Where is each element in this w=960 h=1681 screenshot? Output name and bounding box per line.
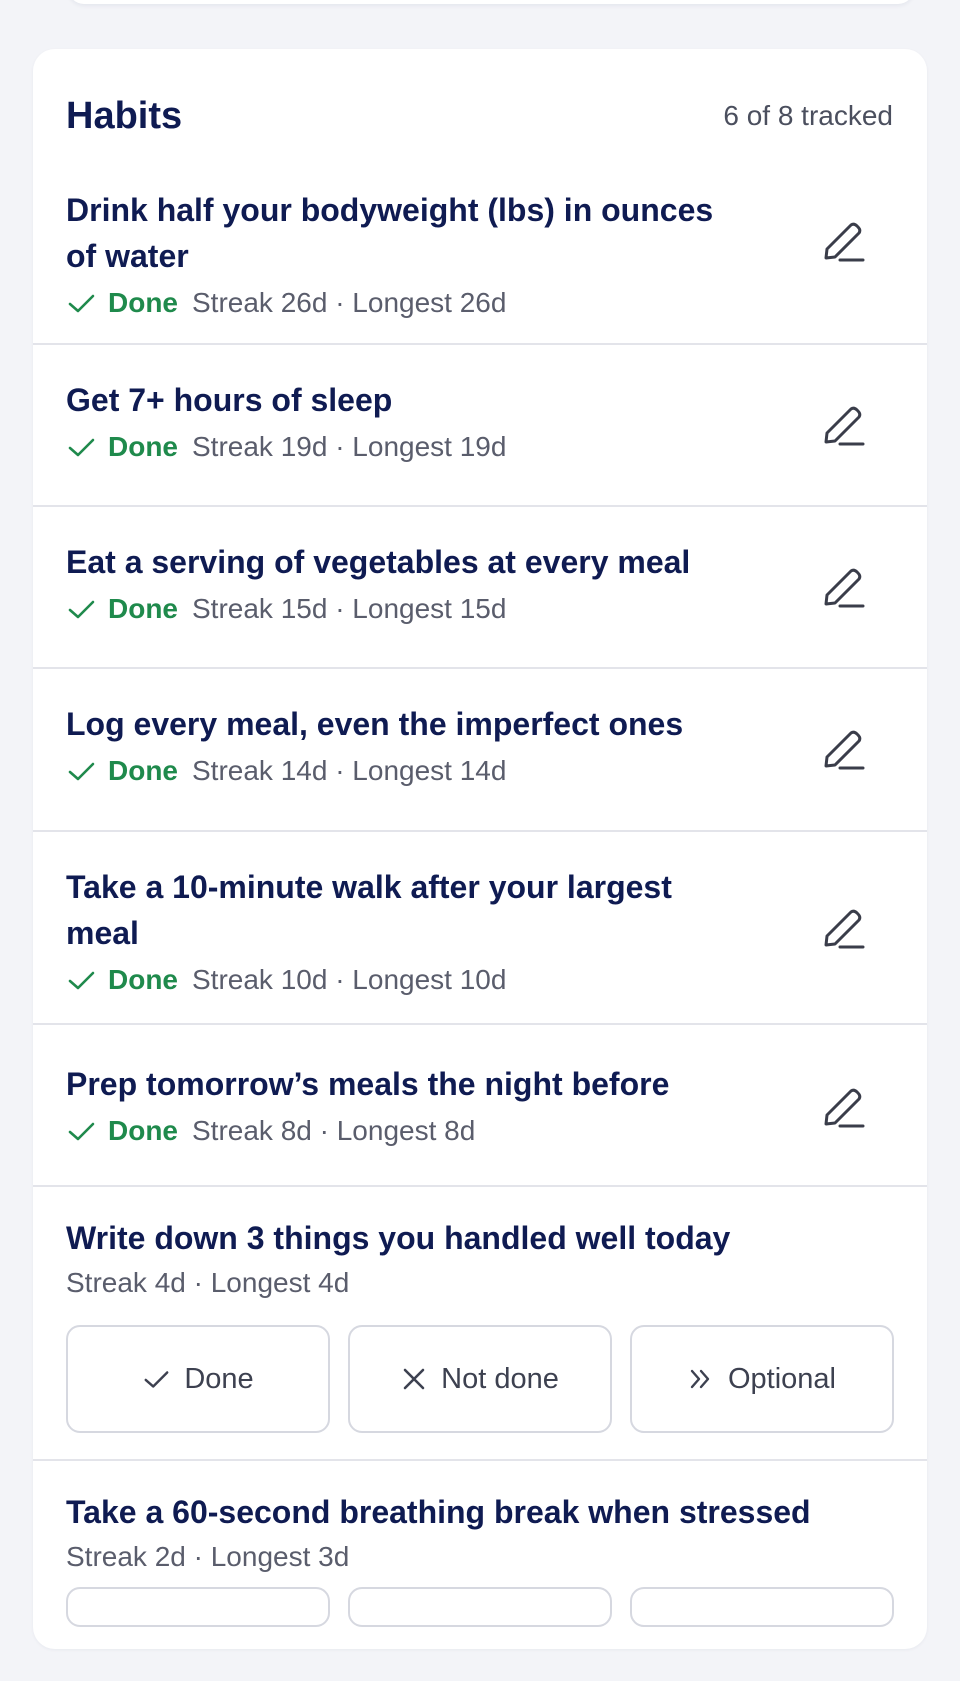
habit-status: Done Streak 19d · Longest 19d — [66, 431, 894, 463]
habit-name: Take a 60-second breathing break when st… — [66, 1494, 811, 1530]
habits-card: Habits 6 of 8 tracked Drink half your bo… — [33, 49, 927, 1649]
habit-status: Done Streak 26d · Longest 26d — [66, 287, 894, 319]
mark-done-button[interactable]: Done — [66, 1325, 330, 1433]
streak-text: Streak 2d · Longest 3d — [66, 1541, 350, 1572]
pencil-icon — [824, 406, 865, 446]
check-icon — [144, 1371, 169, 1388]
not-done-button-label: Not done — [441, 1362, 559, 1395]
mark-not-done-button[interactable]: Not done — [348, 1325, 612, 1433]
check-icon — [68, 762, 95, 781]
habit-item[interactable]: Prep tomorrow’s meals the night before D… — [33, 1025, 927, 1187]
mark-optional-button[interactable] — [630, 1587, 894, 1627]
streak-text: Streak 8d · Longest 8d — [192, 1115, 476, 1146]
check-icon — [68, 438, 95, 457]
previous-card-edge — [68, 0, 914, 4]
habit-name: Get 7+ hours of sleep — [66, 382, 393, 418]
habit-name: Prep tomorrow’s meals the night before — [66, 1066, 670, 1102]
check-icon — [68, 600, 95, 619]
habit-choice-row: Done Not done Optional — [66, 1325, 894, 1433]
streak-text: Streak 14d · Longest 14d — [192, 755, 507, 786]
edit-button[interactable] — [815, 1081, 869, 1135]
edit-button[interactable] — [815, 399, 869, 453]
card-header: Habits 6 of 8 tracked — [33, 49, 927, 141]
x-icon — [403, 1368, 425, 1390]
habit-name: Log every meal, even the imperfect ones — [66, 706, 684, 742]
habit-item[interactable]: Take a 10-minute walk after your largest… — [33, 832, 927, 1025]
habit-name: Eat a serving of vegetables at every mea… — [66, 544, 691, 580]
edit-button[interactable] — [815, 723, 869, 777]
pencil-icon — [824, 568, 865, 608]
done-label: Done — [108, 593, 178, 624]
streak-text: Streak 19d · Longest 19d — [192, 431, 507, 462]
mark-optional-button[interactable]: Optional — [630, 1325, 894, 1433]
pencil-icon — [824, 222, 865, 262]
double-chevron-right-icon — [690, 1369, 710, 1389]
pencil-icon — [824, 730, 865, 770]
habit-item[interactable]: Get 7+ hours of sleep Done Streak 19d · … — [33, 345, 927, 507]
done-label: Done — [108, 964, 178, 995]
pencil-icon — [824, 909, 865, 949]
habit-item-pending: Take a 60-second breathing break when st… — [33, 1461, 927, 1681]
mark-not-done-button[interactable] — [348, 1587, 612, 1627]
tracked-count: 6 of 8 tracked — [723, 100, 893, 131]
done-label: Done — [108, 755, 178, 786]
habit-name: Write down 3 things you handled well tod… — [66, 1220, 731, 1256]
habit-name: Drink half your bodyweight (lbs) in ounc… — [66, 192, 714, 274]
card-title: Habits — [66, 94, 183, 137]
streak-text: Streak 4d · Longest 4d — [66, 1267, 350, 1298]
streak-text: Streak 26d · Longest 26d — [192, 287, 507, 318]
check-icon — [68, 971, 95, 990]
check-icon — [68, 294, 95, 313]
check-icon — [68, 1122, 95, 1141]
done-label: Done — [108, 1115, 178, 1146]
habit-item[interactable]: Drink half your bodyweight (lbs) in ounc… — [33, 141, 927, 345]
done-label: Done — [108, 287, 178, 318]
habit-status: Done Streak 15d · Longest 15d — [66, 593, 894, 625]
streak-text: Streak 15d · Longest 15d — [192, 593, 507, 624]
habit-status: Done Streak 8d · Longest 8d — [66, 1115, 894, 1147]
pencil-icon — [824, 1088, 865, 1128]
streak-text: Streak 10d · Longest 10d — [192, 964, 507, 995]
habit-status: Done Streak 14d · Longest 14d — [66, 755, 894, 787]
mark-done-button[interactable] — [66, 1587, 330, 1627]
edit-button[interactable] — [815, 902, 869, 956]
habit-item[interactable]: Log every meal, even the imperfect ones … — [33, 669, 927, 832]
edit-button[interactable] — [815, 215, 869, 269]
done-label: Done — [108, 431, 178, 462]
habit-item[interactable]: Eat a serving of vegetables at every mea… — [33, 507, 927, 669]
habit-name: Take a 10-minute walk after your largest… — [66, 869, 672, 951]
optional-button-label: Optional — [727, 1362, 836, 1395]
done-button-label: Done — [184, 1362, 254, 1395]
habit-status: Done Streak 10d · Longest 10d — [66, 964, 894, 996]
habit-choice-row — [66, 1587, 894, 1627]
habit-item-pending: Write down 3 things you handled well tod… — [33, 1187, 927, 1461]
edit-button[interactable] — [815, 561, 869, 615]
